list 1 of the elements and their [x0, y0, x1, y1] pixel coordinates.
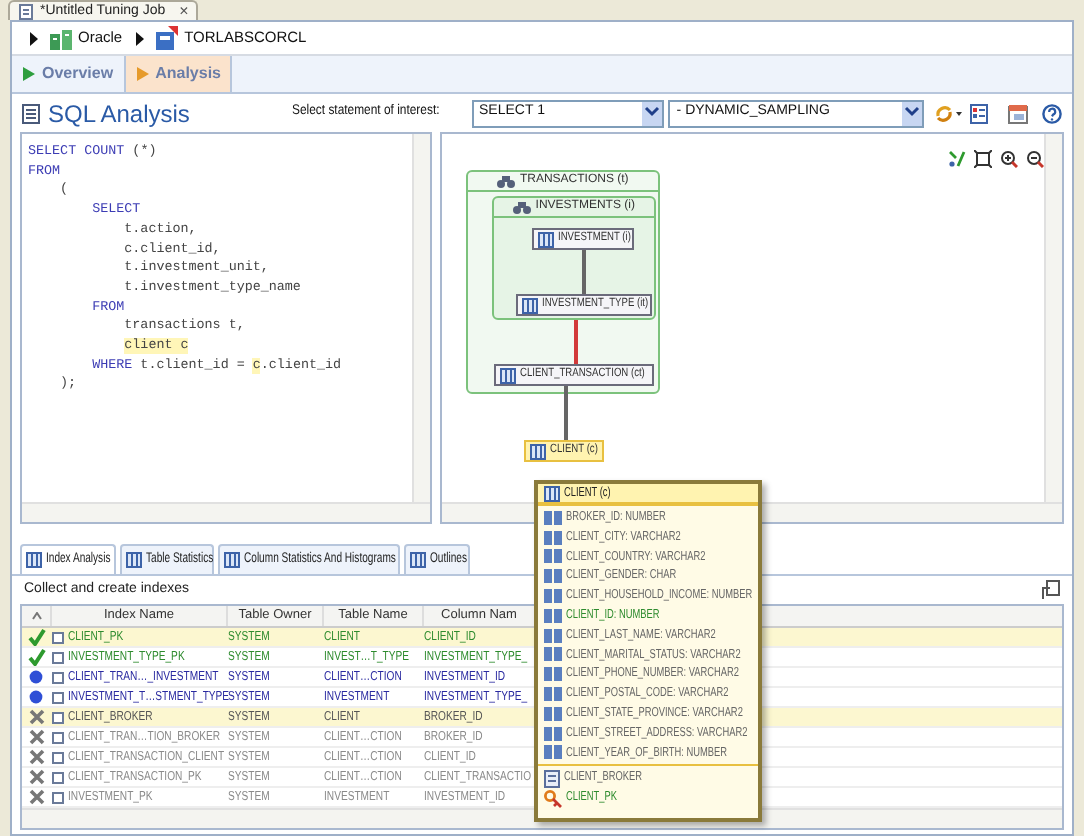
page-title: SQL Analysis: [48, 97, 192, 131]
